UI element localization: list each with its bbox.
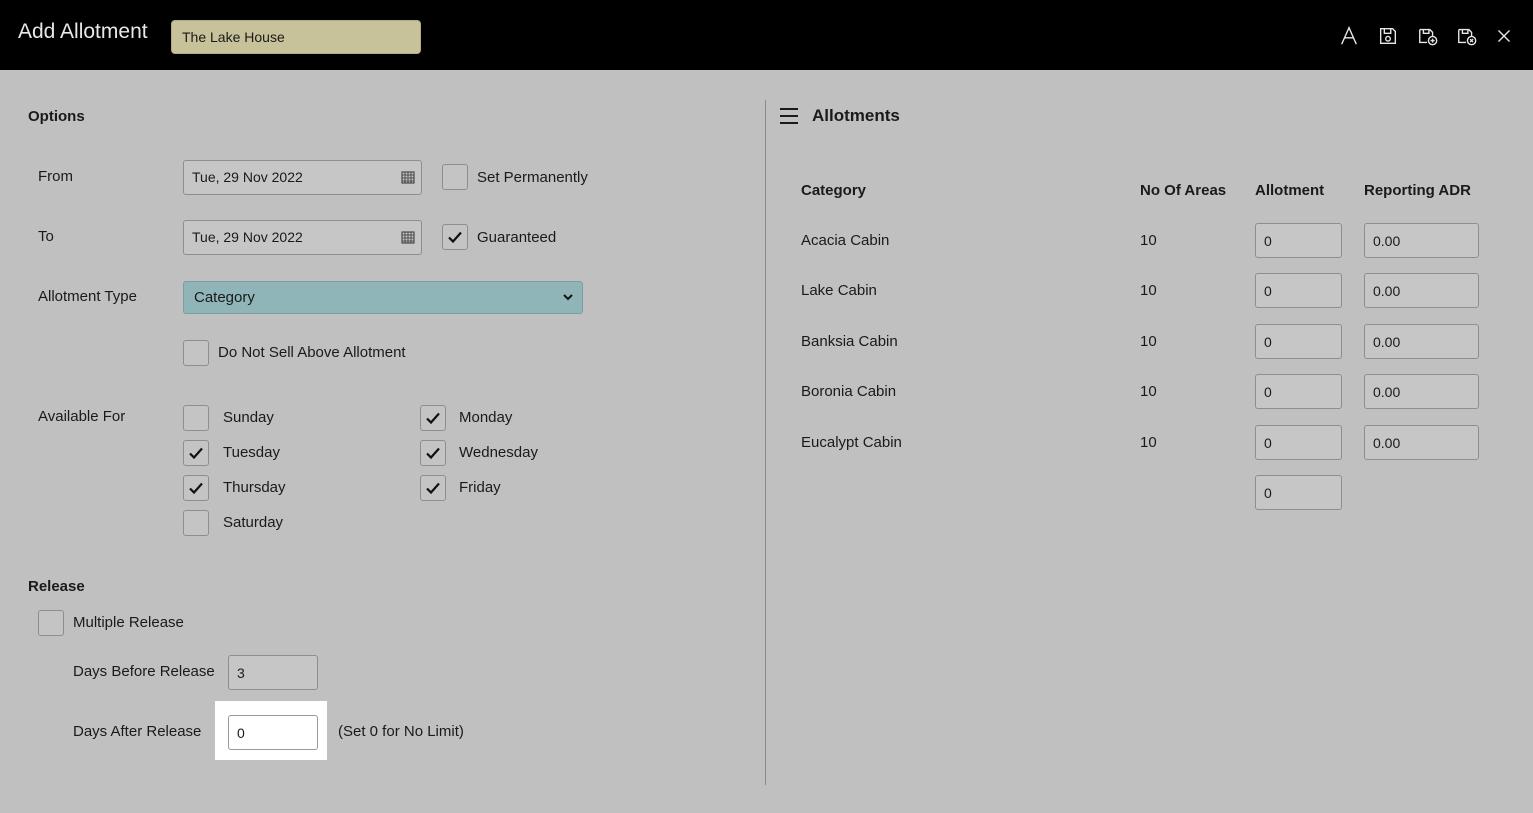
from-label: From	[38, 168, 73, 185]
panel-divider	[765, 100, 766, 785]
column-header-adr: Reporting ADR	[1364, 182, 1471, 199]
no-limit-note: (Set 0 for No Limit)	[338, 723, 464, 740]
guaranteed-checkbox[interactable]	[442, 224, 468, 250]
to-label: To	[38, 228, 54, 245]
saturday-checkbox[interactable]	[183, 510, 209, 536]
row-adr-input[interactable]: 0.00	[1364, 425, 1479, 460]
row-category: Acacia Cabin	[801, 232, 890, 249]
friday-label: Friday	[459, 479, 501, 496]
column-header-allotment: Allotment	[1255, 182, 1325, 199]
sunday-label: Sunday	[223, 409, 274, 426]
page-title: Add Allotment	[18, 20, 148, 43]
total-allotment-input[interactable]: 0	[1255, 475, 1342, 510]
from-date-input[interactable]: Tue, 29 Nov 2022	[183, 160, 422, 195]
row-category: Boronia Cabin	[801, 383, 897, 400]
checkmark-icon	[426, 447, 440, 460]
allotment-type-select[interactable]: Category	[183, 281, 583, 314]
multiple-release-label: Multiple Release	[73, 614, 184, 631]
row-category: Lake Cabin	[801, 282, 877, 299]
row-areas: 10	[1140, 282, 1157, 299]
wednesday-checkbox[interactable]	[420, 440, 446, 466]
font-icon[interactable]	[1337, 24, 1361, 48]
days-after-release-input[interactable]: 0	[228, 715, 318, 750]
allotment-type-label: Allotment Type	[38, 288, 137, 305]
friday-checkbox[interactable]	[420, 475, 446, 501]
row-areas: 10	[1140, 333, 1157, 350]
row-allotment-input[interactable]: 0	[1255, 223, 1342, 258]
save-new-icon[interactable]	[1416, 24, 1440, 48]
row-allotment-input[interactable]: 0	[1255, 374, 1342, 409]
days-before-release-input[interactable]: 3	[228, 655, 318, 690]
allotment-type-value: Category	[194, 289, 255, 306]
top-bar: Add Allotment The Lake House	[0, 0, 1533, 70]
save-close-icon[interactable]	[1455, 24, 1479, 48]
monday-checkbox[interactable]	[420, 405, 446, 431]
monday-label: Monday	[459, 409, 513, 426]
saturday-label: Saturday	[223, 514, 284, 531]
release-section-label: Release	[28, 578, 85, 595]
thursday-checkbox[interactable]	[183, 475, 209, 501]
available-for-label: Available For	[38, 408, 126, 425]
checkmark-icon	[448, 231, 462, 244]
row-adr-input[interactable]: 0.00	[1364, 223, 1479, 258]
row-adr-input[interactable]: 0.00	[1364, 273, 1479, 308]
allotments-title: Allotments	[812, 106, 900, 125]
thursday-label: Thursday	[223, 479, 286, 496]
set-permanently-label: Set Permanently	[477, 169, 588, 186]
days-after-release-label: Days After Release	[73, 723, 202, 740]
from-date-value: Tue, 29 Nov 2022	[192, 169, 303, 185]
column-header-areas: No Of Areas	[1140, 182, 1227, 199]
tuesday-label: Tuesday	[223, 444, 280, 461]
chevron-down-icon	[563, 294, 573, 301]
menu-icon[interactable]	[780, 108, 798, 124]
to-date-input[interactable]: Tue, 29 Nov 2022	[183, 220, 422, 255]
options-section-label: Options	[28, 108, 85, 125]
checkmark-icon	[426, 482, 440, 495]
row-adr-input[interactable]: 0.00	[1364, 324, 1479, 359]
checkmark-icon	[189, 447, 203, 460]
do-not-sell-checkbox[interactable]	[183, 340, 209, 366]
column-header-category: Category	[801, 182, 867, 199]
row-allotment-input[interactable]: 0	[1255, 273, 1342, 308]
sunday-checkbox[interactable]	[183, 405, 209, 431]
row-areas: 10	[1140, 434, 1157, 451]
save-icon[interactable]	[1376, 24, 1400, 48]
tuesday-checkbox[interactable]	[183, 440, 209, 466]
checkmark-icon	[189, 482, 203, 495]
row-allotment-input[interactable]: 0	[1255, 324, 1342, 359]
calendar-icon[interactable]	[401, 170, 415, 184]
property-field[interactable]: The Lake House	[171, 20, 421, 54]
row-areas: 10	[1140, 232, 1157, 249]
row-category: Eucalypt Cabin	[801, 434, 902, 451]
checkmark-icon	[426, 412, 440, 425]
days-before-release-label: Days Before Release	[73, 663, 215, 680]
calendar-icon[interactable]	[401, 230, 415, 244]
row-adr-input[interactable]: 0.00	[1364, 374, 1479, 409]
wednesday-label: Wednesday	[459, 444, 538, 461]
row-areas: 10	[1140, 383, 1157, 400]
row-allotment-input[interactable]: 0	[1255, 425, 1342, 460]
multiple-release-checkbox[interactable]	[38, 610, 64, 636]
do-not-sell-label: Do Not Sell Above Allotment	[218, 344, 406, 361]
set-permanently-checkbox[interactable]	[442, 164, 468, 190]
close-icon[interactable]	[1492, 24, 1516, 48]
guaranteed-label: Guaranteed	[477, 229, 557, 246]
row-category: Banksia Cabin	[801, 333, 898, 350]
to-date-value: Tue, 29 Nov 2022	[192, 229, 303, 245]
